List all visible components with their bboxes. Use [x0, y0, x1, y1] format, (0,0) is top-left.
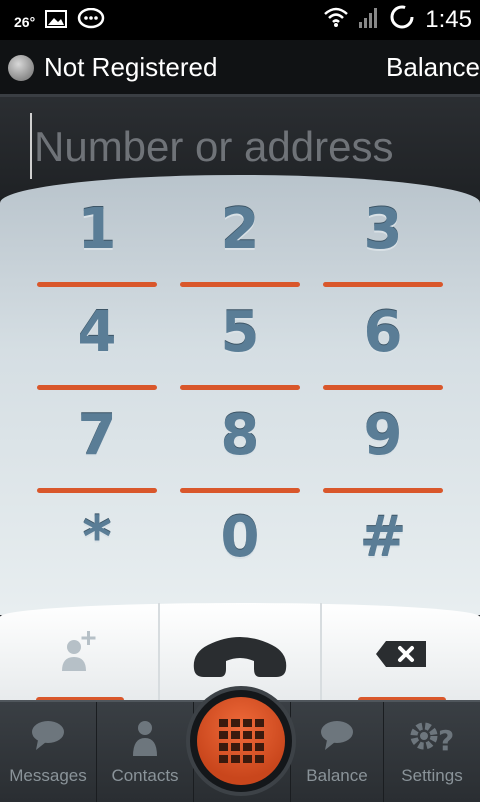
svg-text:?: ?: [438, 724, 454, 756]
key-underline: [323, 488, 443, 493]
dialpad-button[interactable]: [190, 690, 292, 792]
backspace-button[interactable]: [322, 603, 480, 703]
key-label: 9: [363, 403, 403, 468]
key-underline: [180, 488, 300, 493]
key-label: 0: [220, 505, 260, 570]
dial-keypad: 1 2 3 4 5 6 7 8 9 * 0 #: [0, 175, 480, 615]
key-label: #: [359, 505, 407, 570]
key-2[interactable]: 2: [180, 197, 300, 287]
key-label: 7: [77, 403, 117, 468]
chat-bubble-icon: [77, 7, 105, 35]
call-button[interactable]: [160, 603, 322, 703]
key-7[interactable]: 7: [37, 403, 157, 493]
dialpad-icon: [217, 717, 265, 770]
status-bar: 26° 1:45: [0, 0, 480, 40]
key-underline: [37, 282, 157, 287]
tab-label: Settings: [401, 766, 463, 785]
key-3[interactable]: 3: [323, 197, 443, 287]
key-label: 1: [77, 197, 117, 262]
key-9[interactable]: 9: [323, 403, 443, 493]
registration-bar: Not Registered Balance: [0, 40, 480, 94]
key-8[interactable]: 8: [180, 403, 300, 493]
number-input[interactable]: [34, 117, 454, 177]
balance-link[interactable]: Balance: [386, 52, 480, 83]
image-icon: [45, 10, 68, 33]
key-label: 2: [220, 197, 260, 262]
tab-label: Contacts: [111, 766, 179, 785]
clock-time: 1:45: [425, 5, 472, 33]
text-caret: [30, 113, 32, 179]
key-underline: [180, 282, 300, 287]
dialpad-button-face: [197, 697, 285, 785]
tab-balance[interactable]: Balance: [290, 702, 384, 802]
sync-icon: [389, 4, 415, 35]
tab-label: Balance: [306, 766, 368, 785]
registration-status-dot: [8, 55, 34, 81]
temperature-text: 26°: [14, 13, 36, 30]
wifi-icon: [323, 6, 349, 33]
tab-contacts[interactable]: Contacts: [97, 702, 194, 802]
tab-settings[interactable]: ? Settings: [384, 702, 480, 802]
key-hash[interactable]: #: [323, 505, 443, 595]
key-underline: [323, 282, 443, 287]
phone-handset-icon: [188, 631, 292, 692]
key-4[interactable]: 4: [37, 300, 157, 390]
key-0[interactable]: 0: [180, 505, 300, 595]
key-underline: [180, 385, 300, 390]
tab-label: Messages: [9, 766, 87, 785]
action-row: [0, 603, 480, 703]
key-label: 4: [77, 300, 117, 365]
backspace-icon: [376, 641, 426, 672]
signal-icon: [359, 6, 379, 33]
key-5[interactable]: 5: [180, 300, 300, 390]
tab-messages[interactable]: Messages: [0, 702, 97, 802]
key-underline: [323, 385, 443, 390]
key-label: 5: [220, 300, 260, 365]
key-star[interactable]: *: [37, 505, 157, 595]
key-underline: [37, 488, 157, 493]
key-label: *: [82, 505, 112, 570]
add-contact-button[interactable]: [0, 603, 160, 703]
key-6[interactable]: 6: [323, 300, 443, 390]
key-underline: [37, 385, 157, 390]
key-label: 3: [363, 197, 403, 262]
add-contact-icon: [60, 627, 100, 680]
registration-status-text[interactable]: Not Registered: [44, 52, 217, 83]
key-label: 6: [363, 300, 403, 365]
key-label: 8: [220, 403, 260, 468]
key-1[interactable]: 1: [37, 197, 157, 287]
